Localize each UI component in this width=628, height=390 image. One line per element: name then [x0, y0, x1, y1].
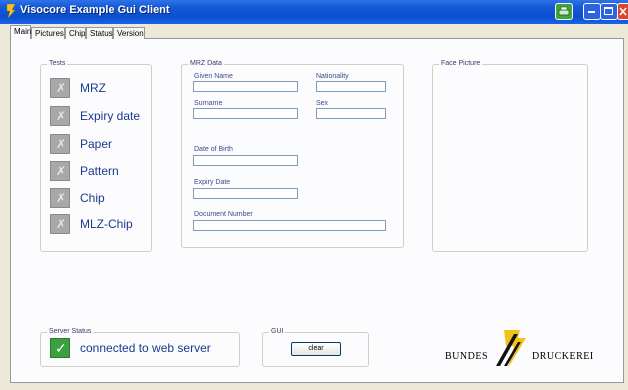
logo-text-right: DRUCKEREI: [532, 351, 594, 362]
test-label: MRZ: [80, 81, 106, 95]
tests-group-label: Tests: [47, 60, 68, 68]
nationality-field[interactable]: [316, 81, 386, 92]
app-window: Visocore Example Gui Client Main Picture…: [0, 0, 628, 390]
test-status-icon: ✗: [50, 78, 70, 98]
document-number-label: Document Number: [194, 211, 253, 218]
tab-pictures[interactable]: Pictures: [31, 27, 65, 39]
close-icon: [619, 7, 627, 16]
maximize-button[interactable]: [600, 3, 618, 20]
test-status-icon: ✗: [50, 161, 70, 181]
given-name-label: Given Name: [194, 73, 233, 80]
window-extra-button[interactable]: [555, 3, 573, 20]
date-of-birth-label: Date of Birth: [194, 146, 233, 153]
window-title: Visocore Example Gui Client: [20, 4, 170, 16]
face-picture-group: Face Picture: [432, 60, 588, 252]
x-mark-icon: ✗: [56, 191, 67, 205]
face-picture-group-label: Face Picture: [439, 60, 483, 68]
server-status-icon: ✓: [50, 338, 70, 358]
minimize-icon: [588, 11, 595, 13]
mrz-data-group-label: MRZ Data: [188, 60, 224, 68]
test-label: Chip: [80, 191, 105, 205]
tab-main[interactable]: Main: [10, 25, 31, 39]
app-icon: [6, 4, 16, 18]
test-label: Expiry date: [80, 109, 141, 123]
x-mark-icon: ✗: [56, 164, 67, 178]
x-mark-icon: ✗: [56, 217, 67, 231]
test-status-icon: ✗: [50, 188, 70, 208]
surname-field[interactable]: [193, 108, 298, 119]
test-status-icon: ✗: [50, 106, 70, 126]
test-label: MLZ-Chip: [80, 217, 133, 231]
tab-version[interactable]: Version: [113, 27, 145, 39]
x-mark-icon: ✗: [56, 137, 67, 151]
x-mark-icon: ✗: [56, 81, 67, 95]
sex-field[interactable]: [316, 108, 386, 119]
surname-label: Surname: [194, 100, 223, 107]
given-name-field[interactable]: [193, 81, 298, 92]
date-of-birth-field[interactable]: [193, 155, 298, 166]
close-button[interactable]: [617, 3, 628, 20]
bundesdruckerei-logo-icon: [496, 330, 526, 368]
test-label: Pattern: [80, 164, 119, 178]
printer-icon: [558, 6, 570, 16]
checkmark-icon: ✓: [55, 340, 67, 356]
test-label: Paper: [80, 137, 113, 151]
x-mark-icon: ✗: [56, 109, 67, 123]
document-number-field[interactable]: [193, 220, 386, 231]
test-status-icon: ✗: [50, 214, 70, 234]
tab-status[interactable]: Status: [86, 27, 113, 39]
clear-button[interactable]: clear: [291, 342, 341, 356]
server-status-text: connected to web server: [80, 341, 211, 355]
minimize-button[interactable]: [583, 3, 601, 20]
title-bar[interactable]: Visocore Example Gui Client: [0, 0, 628, 24]
sex-label: Sex: [316, 100, 329, 107]
nationality-label: Nationality: [316, 73, 349, 80]
tab-chip[interactable]: Chip: [65, 27, 86, 39]
test-status-icon: ✗: [50, 134, 70, 154]
server-status-group-label: Server Status: [47, 328, 94, 336]
gui-group-label: GUI: [269, 328, 286, 336]
logo-text-left: BUNDES: [445, 351, 489, 362]
expiry-date-label: Expiry Date: [194, 179, 231, 186]
maximize-icon: [604, 7, 613, 15]
expiry-date-field[interactable]: [193, 188, 298, 199]
